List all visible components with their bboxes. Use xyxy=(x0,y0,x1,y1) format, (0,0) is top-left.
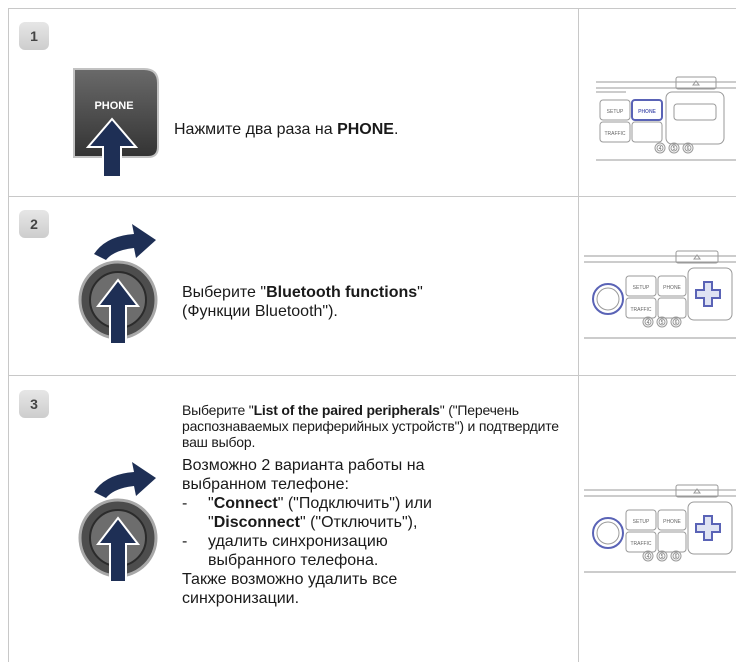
radio-panel-image: SETUP TRAFFIC PHONE 4 5 6 xyxy=(584,484,736,573)
svg-text:5: 5 xyxy=(661,554,664,560)
rotary-knob-icon xyxy=(78,224,158,345)
row-divider xyxy=(8,8,736,9)
svg-text:PHONE: PHONE xyxy=(638,109,656,115)
step-3-condensed-text: Выберите "List of the paired peripherals… xyxy=(182,402,559,450)
svg-text:6: 6 xyxy=(675,320,678,326)
column-divider xyxy=(8,8,9,662)
svg-text:TRAFFIC: TRAFFIC xyxy=(630,307,651,313)
phone-button-label: PHONE xyxy=(94,100,133,112)
column-divider xyxy=(578,8,579,662)
list-item: - удалить синхронизацию выбранного телеф… xyxy=(182,533,388,569)
svg-text:SETUP: SETUP xyxy=(607,109,624,115)
step-1-text: Нажмите два раза на PHONE. xyxy=(174,121,399,138)
svg-text:6: 6 xyxy=(687,146,690,152)
rotary-knob-icon xyxy=(78,462,158,583)
svg-text:4: 4 xyxy=(647,320,650,326)
svg-text:PHONE: PHONE xyxy=(663,285,681,291)
option-list: - "Connect" ("Подключить") или "Disconne… xyxy=(182,494,572,570)
instruction-table: 1 PHONE Нажмите два раза на PHONE. SETUP… xyxy=(8,8,736,662)
svg-text:4: 4 xyxy=(647,554,650,560)
radio-panel-image: SETUP TRAFFIC PHONE 4 5 6 xyxy=(596,76,736,161)
step-number-3: 3 xyxy=(19,390,49,418)
svg-text:TRAFFIC: TRAFFIC xyxy=(630,541,651,547)
svg-text:SETUP: SETUP xyxy=(633,285,650,291)
svg-text:5: 5 xyxy=(673,146,676,152)
phone-button-icon: PHONE xyxy=(73,68,159,178)
svg-text:PHONE: PHONE xyxy=(663,519,681,525)
svg-text:TRAFFIC: TRAFFIC xyxy=(604,131,625,137)
step-2-text: Выберите "Bluetooth functions" (Функции … xyxy=(182,284,423,320)
step-number-1: 1 xyxy=(19,22,49,50)
svg-text:4: 4 xyxy=(659,146,662,152)
list-item: - "Connect" ("Подключить") или "Disconne… xyxy=(182,495,432,531)
step-3-text: Выберите "List of the paired peripherals… xyxy=(182,402,574,608)
step-3-closing: Также возможно удалить все синхронизации… xyxy=(182,571,398,607)
radio-panel-image: SETUP TRAFFIC PHONE 4 5 6 xyxy=(584,250,736,339)
step-number-2: 2 xyxy=(19,210,49,238)
row-divider xyxy=(8,375,736,376)
svg-text:SETUP: SETUP xyxy=(633,519,650,525)
svg-text:5: 5 xyxy=(661,320,664,326)
step-3-intro: Возможно 2 варианта работы на выбранном … xyxy=(182,457,425,493)
row-divider xyxy=(8,196,736,197)
svg-text:6: 6 xyxy=(675,554,678,560)
